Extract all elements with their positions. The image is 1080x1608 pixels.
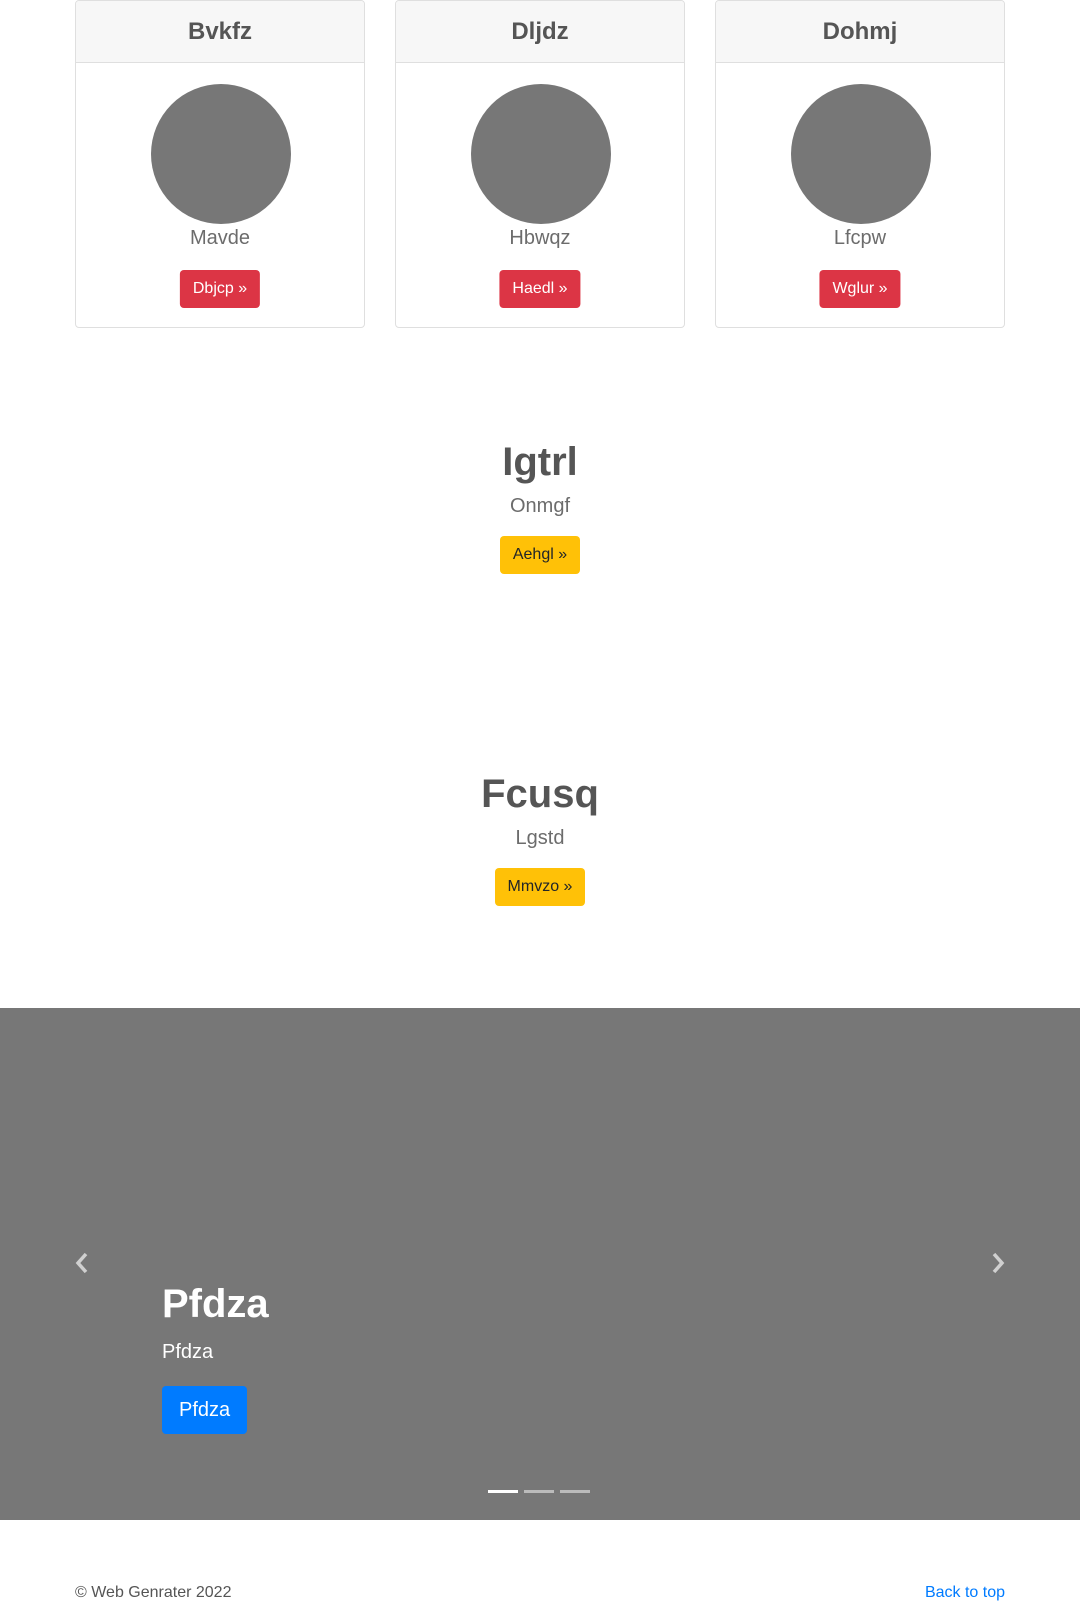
avatar-placeholder <box>151 84 291 224</box>
feature-heading: Fcusq <box>481 772 599 816</box>
carousel-caption-title: Pfdza <box>162 1282 269 1326</box>
chevron-left-icon <box>75 1252 88 1274</box>
feature-section-2: Fcusq Lgstd Mmvzo » <box>0 772 1080 906</box>
card-text: Mavde <box>189 227 251 249</box>
card-2: Dljdz Hbwqz Haedl » <box>395 0 685 328</box>
card-title: Bvkfz <box>76 1 364 63</box>
avatar-placeholder <box>471 84 611 224</box>
back-to-top-link[interactable]: Back to top <box>925 1584 1005 1602</box>
footer: © Web Genrater 2022 Back to top <box>75 1584 1005 1604</box>
card-3-button[interactable]: Wglur » <box>819 270 901 308</box>
carousel: Pfdza Pfdza Pfdza <box>0 1008 1080 1520</box>
carousel-caption: Pfdza Pfdza Pfdza <box>162 1282 269 1434</box>
carousel-indicator-2[interactable] <box>524 1490 554 1493</box>
card-1-button[interactable]: Dbjcp » <box>179 270 261 308</box>
card-row: Bvkfz Mavde Dbjcp » Dljdz Hbwqz Haedl » … <box>75 0 1005 328</box>
card-1: Bvkfz Mavde Dbjcp » <box>75 0 365 328</box>
carousel-next-button[interactable] <box>983 1248 1013 1278</box>
feature-section-1: Igtrl Onmgf Aehgl » <box>0 440 1080 574</box>
feature-1-button[interactable]: Aehgl » <box>499 536 581 574</box>
carousel-prev-button[interactable] <box>67 1248 97 1278</box>
carousel-caption-text: Pfdza <box>162 1341 214 1363</box>
card-3: Dohmj Lfcpw Wglur » <box>715 0 1005 328</box>
card-text: Lfcpw <box>833 227 887 249</box>
feature-2-button[interactable]: Mmvzo » <box>494 868 586 906</box>
feature-text: Onmgf <box>509 495 571 517</box>
chevron-right-icon <box>992 1252 1005 1274</box>
copyright-text: © Web Genrater 2022 <box>75 1584 232 1601</box>
carousel-indicator-1[interactable] <box>488 1490 518 1493</box>
card-title: Dohmj <box>716 1 1004 63</box>
feature-text: Lgstd <box>515 827 565 849</box>
carousel-indicators <box>488 1490 590 1493</box>
avatar-placeholder <box>791 84 931 224</box>
feature-heading: Igtrl <box>502 440 578 484</box>
carousel-caption-button[interactable]: Pfdza <box>162 1386 248 1434</box>
card-2-button[interactable]: Haedl » <box>499 270 581 308</box>
card-text: Hbwqz <box>509 227 571 249</box>
card-title: Dljdz <box>396 1 684 63</box>
carousel-indicator-3[interactable] <box>560 1490 590 1493</box>
